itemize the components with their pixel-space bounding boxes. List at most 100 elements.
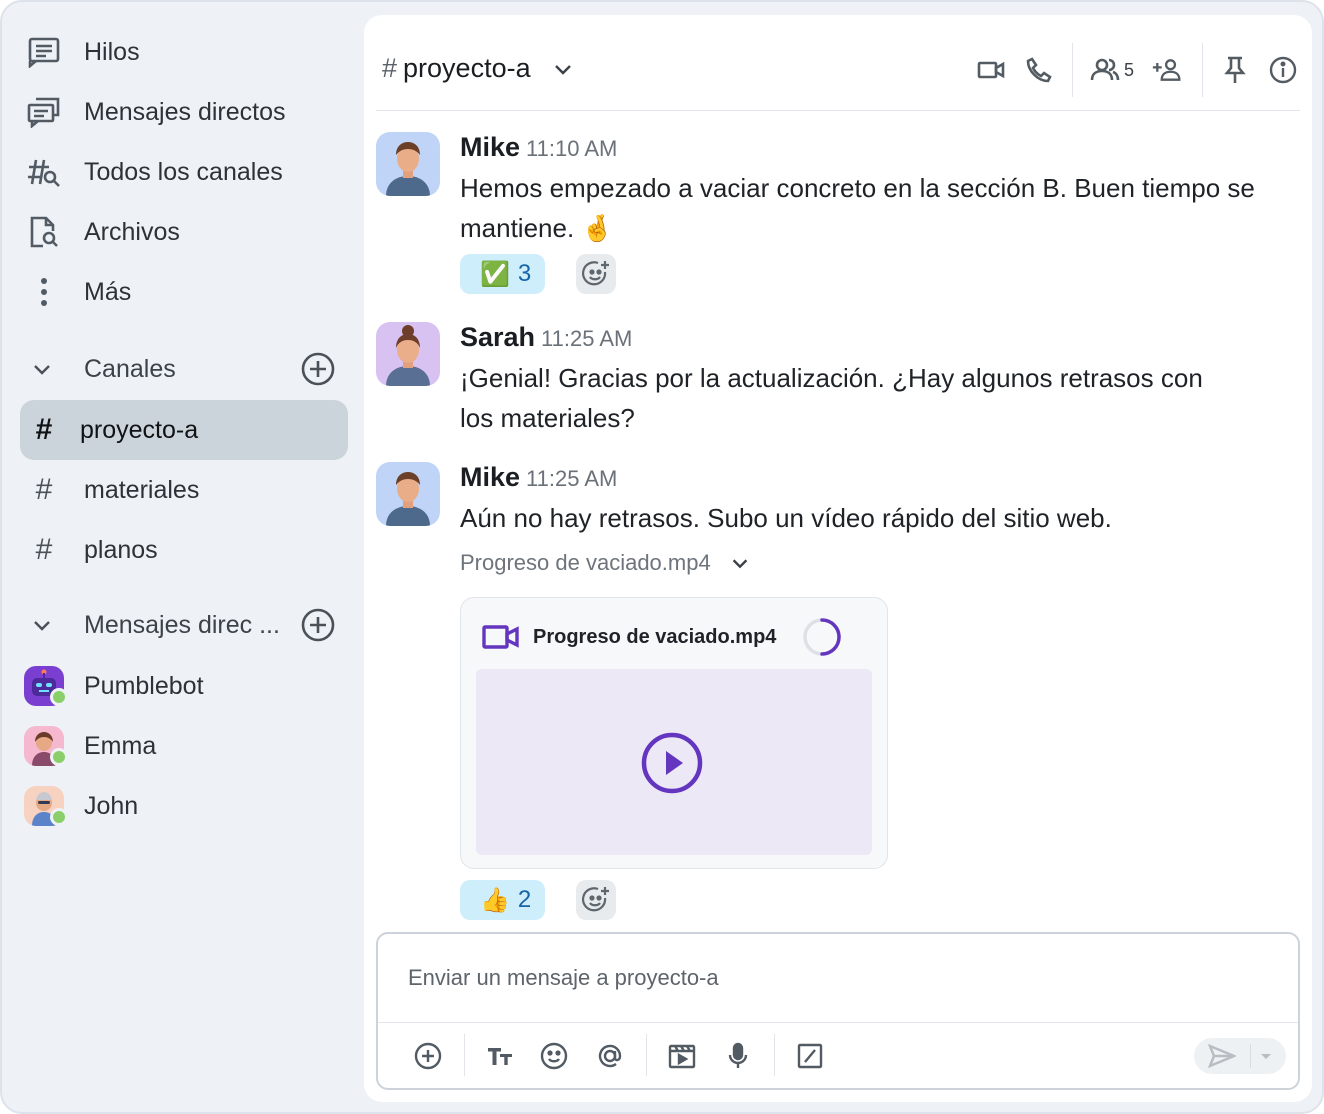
header-divider — [376, 110, 1300, 111]
add-member-button[interactable] — [1152, 53, 1182, 87]
record-audio-button[interactable] — [720, 1038, 756, 1074]
microphone-icon — [728, 1042, 748, 1068]
video-call-button[interactable] — [976, 53, 1006, 87]
add-person-icon — [1152, 59, 1181, 81]
sidebar-item-label: proyecto-a — [80, 415, 199, 444]
add-reaction-button[interactable] — [576, 254, 616, 294]
video-file-icon — [482, 625, 519, 649]
sidebar-item-label: Más — [84, 277, 132, 306]
message-text: Aún no hay retrasos. Subo un vídeo rápid… — [460, 498, 1290, 538]
sidebar-item-channel-proyecto-a[interactable]: # proyecto-a — [20, 400, 348, 460]
loading-spinner-icon — [803, 618, 841, 656]
slash-command-button[interactable] — [792, 1038, 828, 1074]
sidebar-item-label: Todos los canales — [84, 157, 283, 186]
play-icon[interactable] — [641, 732, 703, 794]
attach-button[interactable] — [410, 1038, 446, 1074]
message-time: 11:25 AM — [541, 326, 633, 351]
author-name[interactable]: Mike — [460, 462, 520, 492]
message-body: Aún no hay retrasos. Subo un vídeo rápid… — [460, 503, 1112, 533]
channels-section-header[interactable]: Canales — [20, 345, 348, 393]
hash-icon: # — [35, 413, 53, 446]
avatar — [376, 462, 440, 526]
channel-info-button[interactable] — [1268, 53, 1298, 87]
audio-call-button[interactable] — [1024, 53, 1054, 87]
pin-icon — [1224, 56, 1246, 83]
info-icon — [1269, 56, 1297, 84]
send-button[interactable] — [1194, 1038, 1286, 1074]
sidebar-item-files[interactable]: Archivos — [20, 204, 348, 260]
members-icon — [1090, 58, 1120, 81]
plus-circle-icon — [414, 1042, 442, 1070]
sidebar-item-channel-planos[interactable]: # planos — [20, 522, 348, 578]
channel-title-button[interactable]: # proyecto-a — [382, 53, 575, 84]
video-attachment-card: Progreso de vaciado.mp4 — [460, 597, 888, 869]
add-channel-icon[interactable] — [300, 351, 336, 387]
channel-header: # proyecto-a 5 — [376, 41, 1300, 101]
video-preview[interactable] — [476, 669, 872, 855]
dms-section-header[interactable]: Mensajes direc ... — [20, 601, 348, 649]
sidebar-item-label: Archivos — [84, 217, 180, 246]
record-video-button[interactable] — [664, 1038, 700, 1074]
author-name[interactable]: Mike — [460, 132, 520, 162]
caret-down-icon[interactable] — [1256, 1046, 1276, 1066]
thumbs-up-emoji: 👍 — [480, 886, 510, 914]
sidebar-item-label: planos — [84, 535, 158, 564]
attachment-toggle[interactable]: Progreso de vaciado.mp4 — [460, 550, 751, 576]
slash-command-icon — [797, 1043, 823, 1069]
emoji-icon — [540, 1042, 568, 1070]
message-body: ¡Genial! Gracias por la actualización. ¿… — [460, 363, 1203, 433]
reaction-count: 3 — [517, 260, 532, 287]
chevron-down-icon — [732, 559, 747, 569]
sidebar-item-label: Pumblebot — [84, 671, 204, 700]
attachment-label: Progreso de vaciado.mp4 — [460, 550, 711, 575]
sidebar-item-more[interactable]: Más — [20, 264, 348, 320]
header-divider — [1072, 43, 1073, 97]
sidebar-item-threads[interactable]: Hilos — [20, 24, 348, 80]
check-mark-emoji: ✅ — [480, 260, 510, 288]
sidebar-item-channel-materiales[interactable]: # materiales — [20, 462, 348, 518]
toolbar-divider — [464, 1034, 465, 1076]
video-clip-icon — [668, 1044, 696, 1069]
hash-icon: # — [35, 473, 53, 506]
add-direct-message-icon[interactable] — [300, 607, 336, 643]
toolbar-divider — [774, 1034, 775, 1076]
mention-button[interactable] — [592, 1038, 628, 1074]
message-text: ¡Genial! Gracias por la actualización. ¿… — [460, 358, 1220, 438]
section-label: Mensajes direc ... — [84, 610, 280, 639]
chevron-down-icon — [554, 64, 571, 75]
direct-messages-icon — [24, 96, 64, 128]
add-reaction-button[interactable] — [576, 880, 616, 920]
sidebar-item-dm-john[interactable]: John — [20, 778, 348, 834]
browse-channels-icon — [24, 156, 64, 188]
sidebar-item-dm-pumblebot[interactable]: Pumblebot — [20, 658, 348, 714]
emoji-button[interactable] — [536, 1038, 572, 1074]
text-format-button[interactable] — [482, 1038, 518, 1074]
sidebar-item-dm-emma[interactable]: Emma — [20, 718, 348, 774]
header-divider — [1202, 43, 1203, 97]
message-header: Sarah 11:25 AM — [460, 322, 632, 353]
composer-divider — [378, 1022, 1298, 1023]
reaction-chip[interactable]: 👍 2 — [460, 880, 546, 920]
pinned-button[interactable] — [1220, 53, 1250, 87]
sidebar-item-all-channels[interactable]: Todos los canales — [20, 144, 348, 200]
sidebar-item-direct-messages[interactable]: Mensajes directos — [20, 84, 348, 140]
message-input[interactable] — [378, 934, 1298, 1022]
text-format-icon — [488, 1048, 512, 1065]
message-time: 11:25 AM — [526, 466, 618, 491]
chevron-down-icon — [34, 621, 50, 631]
sidebar-item-label: materiales — [84, 475, 200, 504]
author-name[interactable]: Sarah — [460, 322, 535, 352]
phone-icon — [1026, 57, 1052, 83]
sidebar: Hilos Mensajes directos Todos los canale… — [2, 2, 364, 1112]
add-reaction-icon — [581, 261, 609, 286]
hash-icon: # — [382, 53, 398, 83]
sidebar-item-label: Hilos — [84, 37, 140, 66]
more-vertical-icon — [24, 276, 64, 308]
reaction-chip[interactable]: ✅ 3 — [460, 254, 546, 294]
send-icon — [1208, 1043, 1236, 1069]
video-camera-icon — [977, 61, 1005, 79]
members-button[interactable]: 5 — [1090, 53, 1134, 87]
files-icon — [24, 216, 64, 248]
channel-name: proyecto-a — [403, 53, 531, 83]
sidebar-item-label: Mensajes directos — [84, 97, 286, 126]
